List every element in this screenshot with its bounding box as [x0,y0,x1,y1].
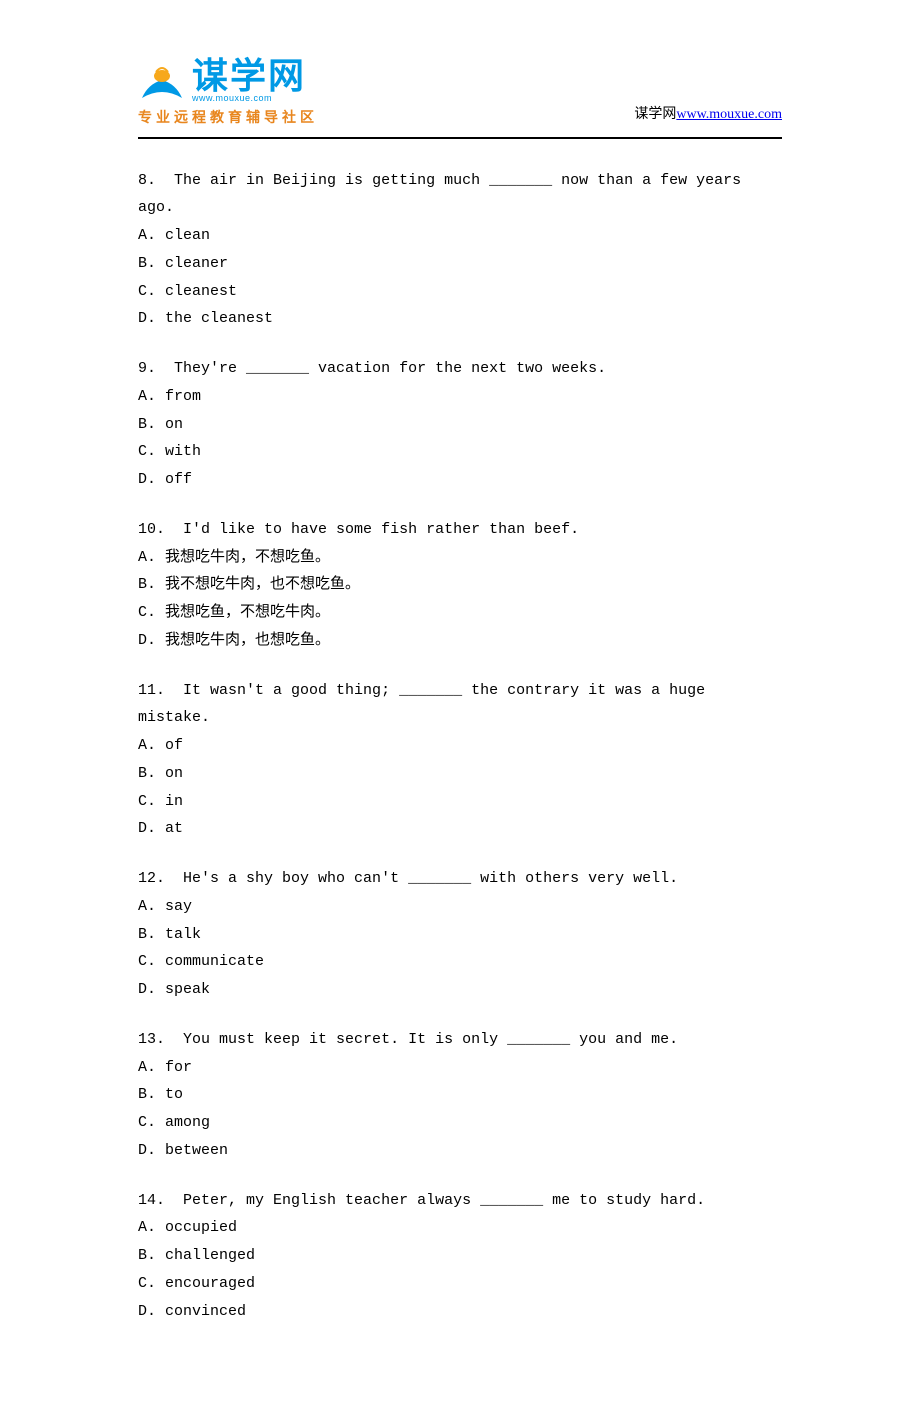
question-option: B. on [138,760,782,788]
question-stem: 14. Peter, my English teacher always ___… [138,1187,782,1215]
question-option: B. talk [138,921,782,949]
question-option: C. cleanest [138,278,782,306]
question-option: B. on [138,411,782,439]
question-option: B. 我不想吃牛肉，也不想吃鱼。 [138,571,782,599]
question-option: A. from [138,383,782,411]
question-8: 8. The air in Beijing is getting much __… [138,167,782,334]
question-option: A. clean [138,222,782,250]
question-stem: 13. You must keep it secret. It is only … [138,1026,782,1054]
logo-title: 谋学网 [192,58,306,94]
question-option: B. to [138,1081,782,1109]
question-option: D. 我想吃牛肉，也想吃鱼。 [138,627,782,655]
question-14: 14. Peter, my English teacher always ___… [138,1187,782,1326]
question-13: 13. You must keep it secret. It is only … [138,1026,782,1165]
question-content: 8. The air in Beijing is getting much __… [138,167,782,1326]
question-stem: 10. I'd like to have some fish rather th… [138,516,782,544]
site-url-link[interactable]: www.mouxue.com [676,107,782,122]
question-option: A. for [138,1054,782,1082]
question-option: B. cleaner [138,250,782,278]
question-option: A. occupied [138,1214,782,1242]
question-10: 10. I'd like to have some fish rather th… [138,516,782,655]
question-stem: 12. He's a shy boy who can't _______ wit… [138,865,782,893]
site-logo: 谋学网 www.mouxue.com 专业远程教育辅导社区 [138,58,318,129]
question-option: D. between [138,1137,782,1165]
site-label: 谋学网 [634,107,676,122]
question-option: D. the cleanest [138,305,782,333]
logo-top-row: 谋学网 www.mouxue.com [138,58,306,106]
question-stem: 8. The air in Beijing is getting much __… [138,167,782,223]
logo-text-wrap: 谋学网 www.mouxue.com [192,58,306,106]
logo-tagline: 专业远程教育辅导社区 [138,108,318,129]
question-option: D. off [138,466,782,494]
site-reference: 谋学网www.mouxue.com [634,104,782,129]
question-option: A. say [138,893,782,921]
question-option: B. challenged [138,1242,782,1270]
page-header: 谋学网 www.mouxue.com 专业远程教育辅导社区 谋学网www.mou… [138,58,782,129]
question-11: 11. It wasn't a good thing; _______ the … [138,677,782,844]
question-option: C. in [138,788,782,816]
question-option: D. at [138,815,782,843]
question-stem: 11. It wasn't a good thing; _______ the … [138,677,782,733]
question-option: C. among [138,1109,782,1137]
question-option: A. of [138,732,782,760]
logo-icon [138,62,186,102]
question-12: 12. He's a shy boy who can't _______ wit… [138,865,782,1004]
question-option: A. 我想吃牛肉，不想吃鱼。 [138,544,782,572]
logo-pinyin: www.mouxue.com [192,92,306,106]
question-option: C. 我想吃鱼，不想吃牛肉。 [138,599,782,627]
question-option: D. speak [138,976,782,1004]
header-divider [138,137,782,139]
question-stem: 9. They're _______ vacation for the next… [138,355,782,383]
question-option: C. communicate [138,948,782,976]
question-option: C. with [138,438,782,466]
question-option: C. encouraged [138,1270,782,1298]
question-9: 9. They're _______ vacation for the next… [138,355,782,494]
